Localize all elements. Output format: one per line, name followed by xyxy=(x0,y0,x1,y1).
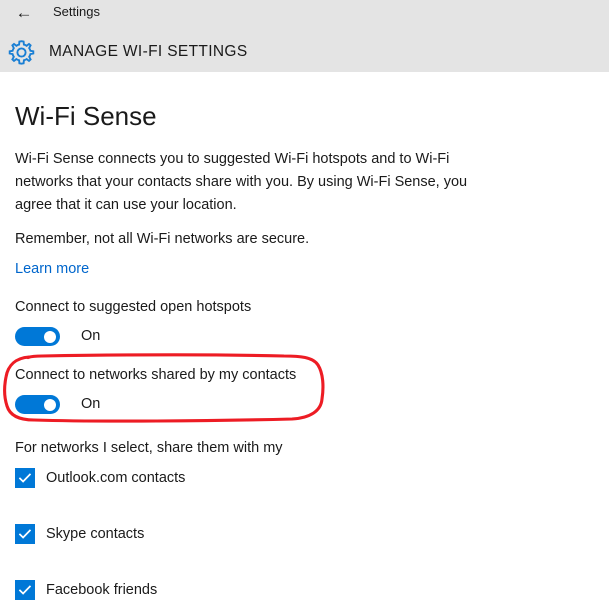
toggle-switch-open-hotspots[interactable] xyxy=(15,327,60,346)
page-header: MANAGE WI-FI SETTINGS xyxy=(0,32,609,72)
checkbox-icon[interactable] xyxy=(15,580,35,600)
checkbox-label-outlook: Outlook.com contacts xyxy=(46,470,186,486)
learn-more-link[interactable]: Learn more xyxy=(15,258,89,281)
security-note-text: Remember, not all Wi-Fi networks are sec… xyxy=(15,231,310,247)
toggle-state-shared-networks: On xyxy=(81,396,101,412)
page-title: MANAGE WI-FI SETTINGS xyxy=(49,43,248,60)
checkbox-item-facebook[interactable]: Facebook friends xyxy=(15,580,157,600)
checkbox-icon[interactable] xyxy=(15,524,35,544)
app-name-label: Settings xyxy=(53,4,100,19)
back-arrow-icon[interactable]: ← xyxy=(13,2,35,24)
titlebar-row: ← Settings xyxy=(0,0,609,26)
setting-open-hotspots: Connect to suggested open hotspots On xyxy=(15,297,251,346)
checkbox-label-skype: Skype contacts xyxy=(46,526,145,542)
toggle-state-open-hotspots: On xyxy=(81,328,101,344)
toggle-knob xyxy=(44,330,56,343)
description-text: Wi-Fi Sense connects you to suggested Wi… xyxy=(15,151,468,213)
toggle-label-open-hotspots: Connect to suggested open hotspots xyxy=(15,299,252,315)
toggle-switch-shared-networks[interactable] xyxy=(15,395,60,414)
gear-icon xyxy=(5,36,38,69)
toggle-row-shared-networks: On xyxy=(15,395,296,414)
section-title: Wi-Fi Sense xyxy=(15,101,157,131)
settings-header-band: ← Settings MANAGE WI-FI SETTINGS xyxy=(0,0,609,72)
checkbox-icon[interactable] xyxy=(15,468,35,488)
toggle-knob xyxy=(44,398,56,411)
toggle-label-shared-networks: Connect to networks shared by my contact… xyxy=(15,367,297,383)
checkbox-item-skype[interactable]: Skype contacts xyxy=(15,524,144,544)
share-heading: For networks I select, share them with m… xyxy=(15,440,283,456)
checkbox-label-facebook: Facebook friends xyxy=(46,582,158,598)
toggle-row-open-hotspots: On xyxy=(15,327,251,346)
checkbox-item-outlook[interactable]: Outlook.com contacts xyxy=(15,468,185,488)
setting-shared-networks: Connect to networks shared by my contact… xyxy=(15,365,296,414)
